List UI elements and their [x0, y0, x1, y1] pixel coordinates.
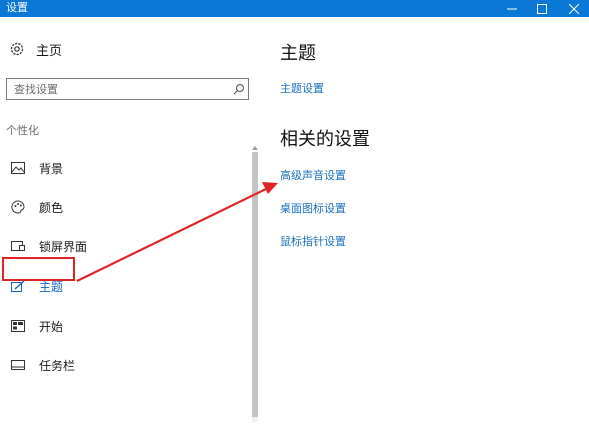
maximize-icon: [537, 3, 547, 14]
search-icon[interactable]: [230, 80, 248, 98]
maximize-button[interactable]: [527, 0, 557, 17]
lock-screen-icon: [8, 236, 28, 256]
sidebar-item-label: 开始: [39, 319, 64, 334]
start-icon: [8, 316, 28, 336]
sidebar-home-label: 主页: [36, 43, 63, 59]
sidebar-item-label: 锁屏界面: [39, 239, 88, 254]
search-box[interactable]: [6, 78, 249, 100]
search-input[interactable]: [7, 79, 230, 99]
sidebar-item-taskbar[interactable]: 任务栏: [0, 352, 250, 378]
section-label-personalization: 个性化: [6, 124, 39, 137]
sidebar-item-label: 任务栏: [39, 358, 76, 373]
sidebar-item-colors[interactable]: 颜色: [0, 194, 250, 220]
sidebar-item-start[interactable]: 开始: [0, 313, 250, 339]
advanced-sound-settings-link[interactable]: 高级声音设置: [280, 167, 346, 183]
main-content: 主题 主题设置 相关的设置 高级声音设置 桌面图标设置 鼠标指针设置: [280, 17, 580, 427]
palette-icon: [8, 197, 28, 217]
related-settings-title: 相关的设置: [280, 129, 370, 150]
desktop-icon-settings-link[interactable]: 桌面图标设置: [280, 200, 346, 216]
theme-settings-link[interactable]: 主题设置: [280, 80, 324, 96]
title-bar: 设置: [0, 0, 589, 17]
sidebar-item-lock-screen[interactable]: 锁屏界面: [0, 233, 250, 259]
annotation-highlight-box: [2, 257, 75, 281]
picture-icon: [8, 158, 28, 178]
scroll-up-icon[interactable]: [252, 146, 258, 150]
sidebar-home[interactable]: 主页: [8, 39, 62, 59]
sidebar-scrollbar[interactable]: [252, 146, 258, 426]
sidebar-item-label: 背景: [39, 161, 64, 176]
page-title: 主题: [280, 43, 316, 64]
close-icon: [569, 3, 579, 14]
minimize-button[interactable]: [497, 0, 527, 17]
close-button[interactable]: [559, 0, 589, 17]
mouse-pointer-settings-link[interactable]: 鼠标指针设置: [280, 233, 346, 249]
sidebar: 主页 个性化 背景 颜色: [0, 17, 264, 427]
sidebar-item-background[interactable]: 背景: [0, 155, 250, 181]
sidebar-item-label: 颜色: [39, 200, 64, 215]
window-title: 设置: [6, 1, 28, 14]
scrollbar-thumb[interactable]: [252, 152, 258, 417]
gear-icon: [8, 40, 26, 58]
minimize-icon: [507, 8, 517, 9]
taskbar-icon: [8, 355, 28, 375]
